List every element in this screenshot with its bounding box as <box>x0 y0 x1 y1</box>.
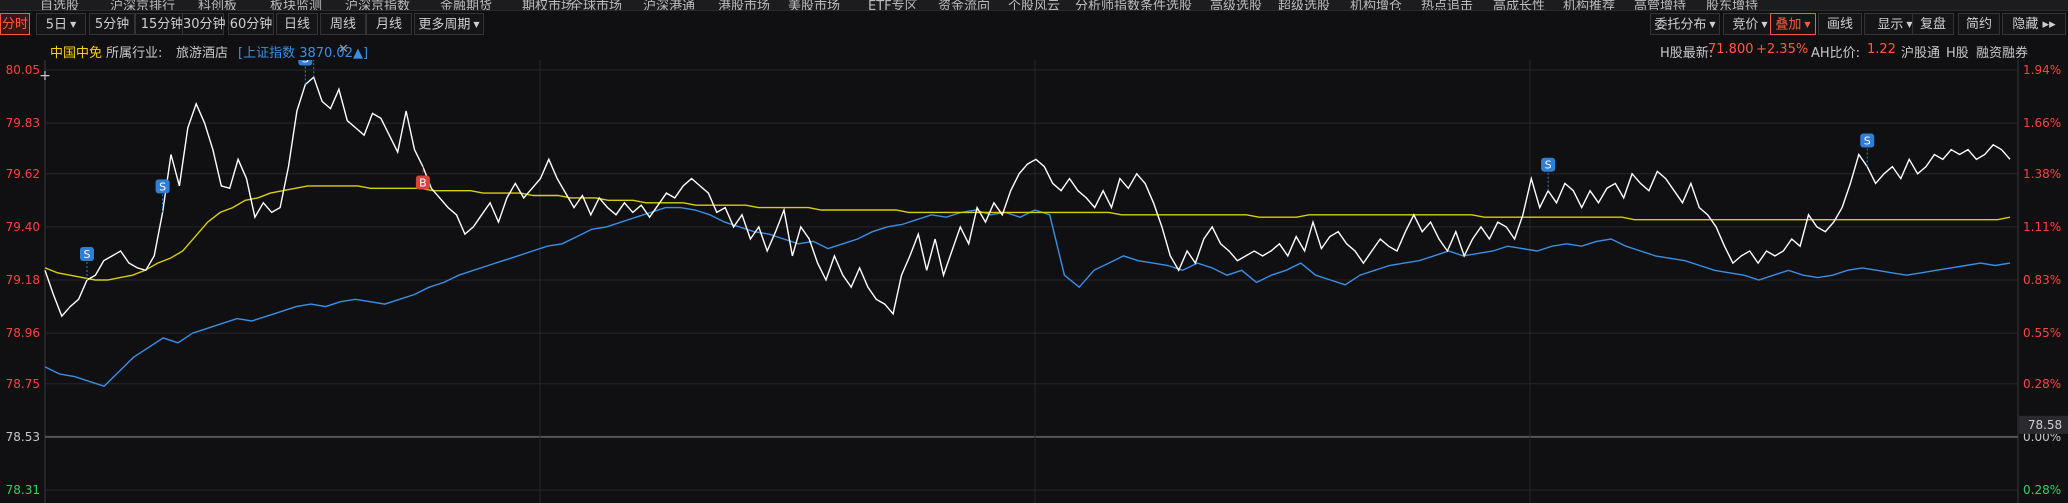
left-axis-tick: 79.18 <box>6 273 40 287</box>
tool-button[interactable]: 竞价 ▼ <box>1723 13 1777 35</box>
left-axis-tick: 78.53 <box>6 430 40 444</box>
series-line-avg <box>44 185 2011 281</box>
nav-item[interactable]: 资金流向 <box>938 0 990 10</box>
stock-info-bar: 中国中免 所属行业: 旅游酒店 [上证指数 3870.02▲] ✕ H股最新: … <box>0 40 2068 61</box>
nav-item[interactable]: ETF专区 <box>868 0 918 10</box>
nav-item[interactable]: 沪深港通 <box>643 0 695 10</box>
nav-item[interactable]: 自选股 <box>40 0 79 10</box>
nav-item[interactable]: 金融期货 <box>440 0 492 10</box>
right-axis-tick: 0.55% <box>2023 326 2061 340</box>
close-overlay-icon[interactable]: ✕ <box>338 42 349 57</box>
series-line-index <box>44 206 2011 387</box>
period-tab[interactable]: 60分钟 <box>228 13 274 35</box>
h-share-change: +2.35% <box>1756 42 1809 57</box>
trade-marker-label: S <box>1864 135 1871 148</box>
nav-item[interactable]: 个股风云 <box>1008 0 1060 10</box>
right-axis-tick: 0.83% <box>2023 273 2061 287</box>
left-axis-tick: 78.96 <box>6 326 40 340</box>
ah-ratio-label: AH比价: <box>1811 46 1861 61</box>
h-share-label: H股最新: <box>1660 46 1714 61</box>
stock-name[interactable]: 中国中免 <box>50 42 102 61</box>
tool-button[interactable]: 画线 <box>1818 13 1862 35</box>
nav-item[interactable]: 热点追击 <box>1421 0 1473 10</box>
top-market-nav: 自选股 沪深京排行 科创板 板块监测 沪深京指数 金融期货 期权市场 全球市场 沪深港通 港股市场… <box>0 0 2068 11</box>
nav-item[interactable]: 港股市场 <box>718 0 770 10</box>
hgt-tag[interactable]: 沪股通 <box>1901 42 1940 61</box>
nav-item[interactable]: 沪深京指数 <box>345 0 410 10</box>
h-share-tag[interactable]: H股 <box>1946 42 1969 61</box>
right-axis-tick: 1.38% <box>2023 167 2061 181</box>
nav-item[interactable]: 条件选股 <box>1140 0 1192 10</box>
ah-ratio-value: 1.22 <box>1867 42 1896 57</box>
tool-button[interactable]: 委托分布 ▼ <box>1650 13 1720 35</box>
nav-item[interactable]: 期权市场 <box>522 0 574 10</box>
left-axis-tick: 79.40 <box>6 220 40 234</box>
left-axis-tick: 80.05 <box>6 63 40 77</box>
chevron-down-icon: ▼ <box>1804 20 1811 29</box>
nav-item[interactable]: 科创板 <box>198 0 237 10</box>
nav-item[interactable]: 分析师指数 <box>1075 0 1140 10</box>
nav-item[interactable]: 高级选股 <box>1210 0 1262 10</box>
left-axis-tick: 79.83 <box>6 116 40 130</box>
tool-button[interactable]: 隐藏 ▸▸ <box>2002 13 2066 35</box>
nav-item[interactable]: 板块监测 <box>270 0 322 10</box>
industry-label: 所属行业: <box>106 46 163 61</box>
nav-item[interactable]: 美股市场 <box>788 0 840 10</box>
right-axis-tick: 1.94% <box>2023 63 2061 77</box>
trade-marker-label: S <box>1545 159 1552 172</box>
nav-item[interactable]: 高管增持 <box>1634 0 1686 10</box>
nav-item[interactable]: 高成长性 <box>1493 0 1545 10</box>
h-share-price: 71.800 <box>1708 42 1754 57</box>
right-axis-tick: 1.11% <box>2023 220 2061 234</box>
period-tab[interactable]: 5分钟 <box>89 13 135 35</box>
trade-marker-label: S <box>83 248 90 261</box>
left-axis-tick: 78.75 <box>6 377 40 391</box>
trade-marker-label: S <box>159 180 166 193</box>
period-tab[interactable]: 日线 <box>276 13 318 35</box>
chart-toolbar: 分时 5日 ▼ 5分钟 15分钟 30分钟 60分钟 日线 周线 月线 更多周期 ▼ 委托分布 ▼ 竞价 ▼ 叠… <box>0 13 2068 37</box>
chevron-down-icon: ▼ <box>1709 20 1716 29</box>
tool-button[interactable]: 简约 <box>1958 13 2000 35</box>
left-axis-tick: 79.62 <box>6 167 40 181</box>
period-tab[interactable]: 周线 <box>320 13 366 35</box>
nav-item[interactable]: 沪深京排行 <box>110 0 175 10</box>
nav-item[interactable]: 机构增仓 <box>1350 0 1402 10</box>
period-tab[interactable]: 月线 <box>366 13 412 35</box>
nav-item[interactable]: 超级选股 <box>1278 0 1330 10</box>
trade-marker-label: S <box>302 60 309 65</box>
right-axis-tick: 0.28% <box>2023 377 2061 391</box>
left-axis-tick: 78.31 <box>6 483 40 497</box>
industry-name[interactable]: 旅游酒店 <box>176 42 228 61</box>
right-axis-tick: 1.66% <box>2023 116 2061 130</box>
period-tab[interactable]: 5日 ▼ <box>36 13 86 35</box>
nav-item[interactable]: 机构推荐 <box>1563 0 1615 10</box>
period-tab[interactable]: 更多周期 ▼ <box>414 13 484 35</box>
right-axis-tick: 0.28% <box>2023 483 2061 497</box>
period-tab[interactable]: 分时 <box>0 13 30 35</box>
trade-marker-label: B <box>419 177 427 190</box>
tool-button[interactable]: 叠加 ▼ <box>1770 13 1816 35</box>
current-value-tag: 78.58 <box>2028 418 2062 432</box>
period-tab[interactable]: 15分钟 <box>135 13 189 35</box>
period-tab[interactable]: 30分钟 <box>182 13 226 35</box>
nav-item[interactable]: 全球市场 <box>570 0 622 10</box>
chevron-down-icon: ▼ <box>1761 20 1768 29</box>
chevron-down-icon: ▼ <box>473 20 480 29</box>
intraday-chart[interactable]: 80.05 1.94% 79.83 1.66% 79.62 1.38% 79.40 1.11%… <box>0 60 2068 503</box>
chevron-down-icon: ▼ <box>70 20 77 29</box>
crosshair-icon: + <box>39 68 51 84</box>
margin-trading-tag[interactable]: 融资融券 <box>1976 42 2028 61</box>
nav-item[interactable]: 股东增持 <box>1706 0 1758 10</box>
tool-button[interactable]: 复盘 <box>1912 13 1954 35</box>
